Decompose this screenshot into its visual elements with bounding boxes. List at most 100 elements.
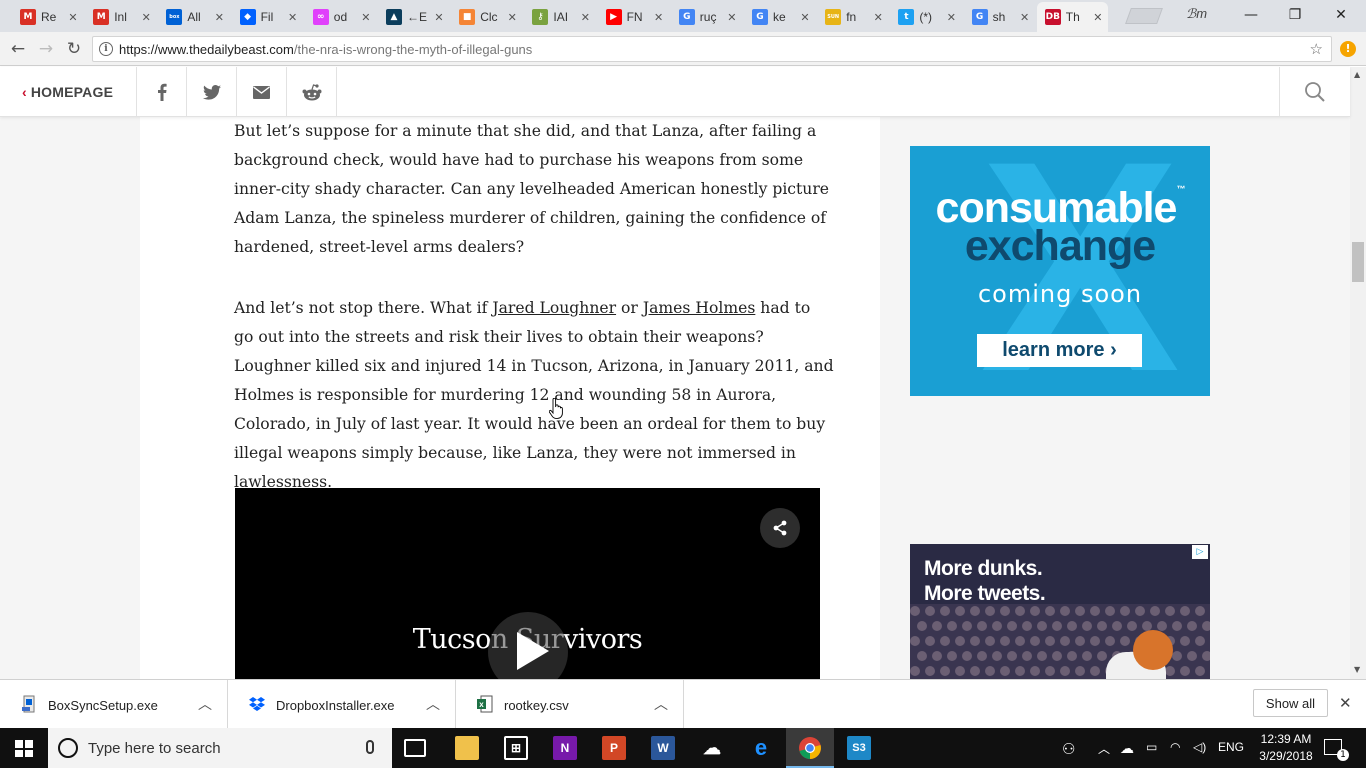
browser-tab[interactable]: M Inl ✕ (85, 2, 156, 32)
browser-tab[interactable]: t (*) ✕ (890, 2, 961, 32)
windows-start-icon[interactable] (15, 740, 33, 757)
ad-consumable-exchange[interactable]: X consumable™ exchange coming soon learn… (910, 146, 1210, 396)
browser-tab[interactable]: Gke ✕ (744, 2, 815, 32)
close-tab-icon[interactable]: ✕ (871, 11, 885, 24)
page-scrollbar[interactable]: ▲ ▼ (1350, 67, 1366, 679)
close-tab-icon[interactable]: ✕ (1018, 11, 1032, 24)
scrollbar-thumb[interactable] (1352, 242, 1364, 282)
close-tab-icon[interactable]: ✕ (432, 11, 446, 24)
extension-alert-icon[interactable]: ! (1340, 41, 1356, 57)
taskbar-search-box[interactable]: Type here to search (48, 728, 392, 768)
ad-learn-more-button[interactable]: learn more › (977, 334, 1142, 367)
close-tab-icon[interactable]: ✕ (505, 11, 519, 24)
close-tab-icon[interactable]: ✕ (652, 11, 666, 24)
new-tab-button[interactable] (1125, 8, 1163, 24)
browser-tab[interactable]: ▶ FN ✕ (598, 2, 669, 32)
crowd-figure (1195, 606, 1205, 616)
browser-tab[interactable]: ⚷ IAI ✕ (524, 2, 595, 32)
store-icon[interactable]: ⊞ (504, 736, 528, 760)
close-tab-icon[interactable]: ✕ (725, 11, 739, 24)
powerpoint-icon[interactable]: P (602, 736, 626, 760)
browser-tab[interactable]: ∞ od ✕ (305, 2, 376, 32)
action-center-icon[interactable]: 1 (1324, 739, 1349, 761)
address-bar[interactable]: i https://www.thedailybeast.com/the-nra-… (92, 36, 1332, 62)
edge-icon[interactable]: e (749, 735, 773, 760)
facebook-share-button[interactable] (137, 67, 187, 117)
browser-tab[interactable]: Gruç ✕ (671, 2, 742, 32)
close-window-button[interactable]: ✕ (1318, 0, 1364, 30)
james-holmes-link[interactable]: James Holmes (643, 299, 756, 317)
forward-button[interactable]: → (34, 37, 58, 61)
task-view-icon[interactable] (404, 739, 426, 757)
restore-button[interactable]: ❐ (1272, 0, 1318, 30)
reddit-share-button[interactable] (287, 67, 337, 117)
browser-tab[interactable]: DB Th ✕ (1036, 2, 1108, 32)
adchoices-icon[interactable]: ▷ (1192, 545, 1208, 559)
taskbar-clock[interactable]: 12:39 AM 3/29/2018 (1256, 731, 1316, 765)
s3-browser-icon[interactable]: S3 (847, 736, 871, 760)
site-search-button[interactable] (1279, 67, 1350, 117)
close-shelf-icon[interactable]: ✕ (1339, 694, 1352, 712)
close-tab-icon[interactable]: ✕ (212, 11, 226, 24)
back-button[interactable]: ← (6, 37, 30, 61)
crowd-figure (1007, 651, 1017, 661)
play-button[interactable] (488, 612, 568, 679)
language-indicator[interactable]: ENG (1218, 740, 1244, 754)
chrome-icon[interactable] (798, 736, 822, 760)
close-tab-icon[interactable]: ✕ (798, 11, 812, 24)
download-item[interactable]: DropboxInstaller.exe ︿ (228, 680, 456, 729)
video-share-button[interactable] (760, 508, 800, 548)
jared-loughner-link[interactable]: Jared Loughner (492, 299, 616, 317)
site-info-icon[interactable]: i (99, 42, 113, 56)
scroll-up-arrow-icon[interactable]: ▲ (1354, 70, 1360, 79)
browser-tab[interactable]: Gsh ✕ (964, 2, 1035, 32)
chevron-up-icon[interactable]: ︿ (198, 694, 212, 714)
microphone-icon[interactable] (366, 740, 374, 754)
word-icon[interactable]: W (651, 736, 675, 760)
ad-basketball[interactable]: More dunks. More tweets. ▷ (910, 544, 1210, 679)
onedrive-tray-icon[interactable]: ☁ (1120, 740, 1134, 757)
close-tab-icon[interactable]: ✕ (359, 11, 373, 24)
tray-overflow-icon[interactable]: ︿ (1098, 740, 1110, 757)
browser-tab[interactable]: box All ✕ (158, 2, 229, 32)
browser-tab[interactable]: ■ Clc ✕ (451, 2, 522, 32)
reload-button[interactable]: ↻ (62, 37, 86, 61)
browser-tab[interactable]: M Re ✕ (12, 2, 83, 32)
chevron-up-icon[interactable]: ︿ (426, 694, 440, 714)
crowd-figure (970, 636, 980, 646)
volume-icon[interactable]: ◁) (1193, 740, 1206, 754)
wifi-icon[interactable]: ◠ (1170, 740, 1180, 754)
tab-title: Th (1065, 10, 1080, 24)
close-tab-icon[interactable]: ✕ (578, 11, 592, 24)
crowd-figure (1105, 606, 1115, 616)
browser-tab[interactable]: ◆ Fil ✕ (232, 2, 303, 32)
onedrive-icon[interactable]: ☁ (700, 736, 724, 760)
twitter-share-button[interactable] (187, 67, 237, 117)
close-tab-icon[interactable]: ✕ (139, 11, 153, 24)
scroll-down-arrow-icon[interactable]: ▼ (1354, 665, 1360, 674)
close-tab-icon[interactable]: ✕ (944, 11, 958, 24)
bookmark-star-icon[interactable]: ☆ (1310, 40, 1323, 58)
people-icon[interactable]: ⚇ (1062, 740, 1075, 758)
email-share-button[interactable] (237, 67, 287, 117)
download-item[interactable]: BoxSyncSetup.exe ︿ (0, 680, 228, 729)
crowd-figure (1195, 666, 1205, 676)
daily-beast-icon: DB (1044, 9, 1061, 25)
battery-icon[interactable]: ▭ (1146, 740, 1157, 754)
show-all-downloads-button[interactable]: Show all (1253, 689, 1328, 717)
video-player[interactable]: Tucson Survivors (235, 488, 820, 679)
close-tab-icon[interactable]: ✕ (286, 11, 300, 24)
download-item[interactable]: x rootkey.csv ︿ (456, 680, 684, 729)
gmail-icon: M (20, 9, 36, 25)
close-tab-icon[interactable]: ✕ (66, 11, 80, 24)
profile-button[interactable]: ℬm (1186, 6, 1207, 22)
onenote-icon[interactable]: N (553, 736, 577, 760)
browser-tab[interactable]: SUN fn ✕ (817, 2, 888, 32)
chevron-up-icon[interactable]: ︿ (654, 694, 668, 714)
minimize-button[interactable]: — (1228, 0, 1274, 30)
crowd-figure (925, 606, 935, 616)
browser-tab[interactable]: ▲ ←E ✕ (378, 2, 449, 32)
close-tab-icon[interactable]: ✕ (1091, 11, 1105, 24)
file-explorer-icon[interactable] (455, 736, 479, 760)
homepage-link[interactable]: ‹ HOMEPAGE (0, 67, 137, 117)
